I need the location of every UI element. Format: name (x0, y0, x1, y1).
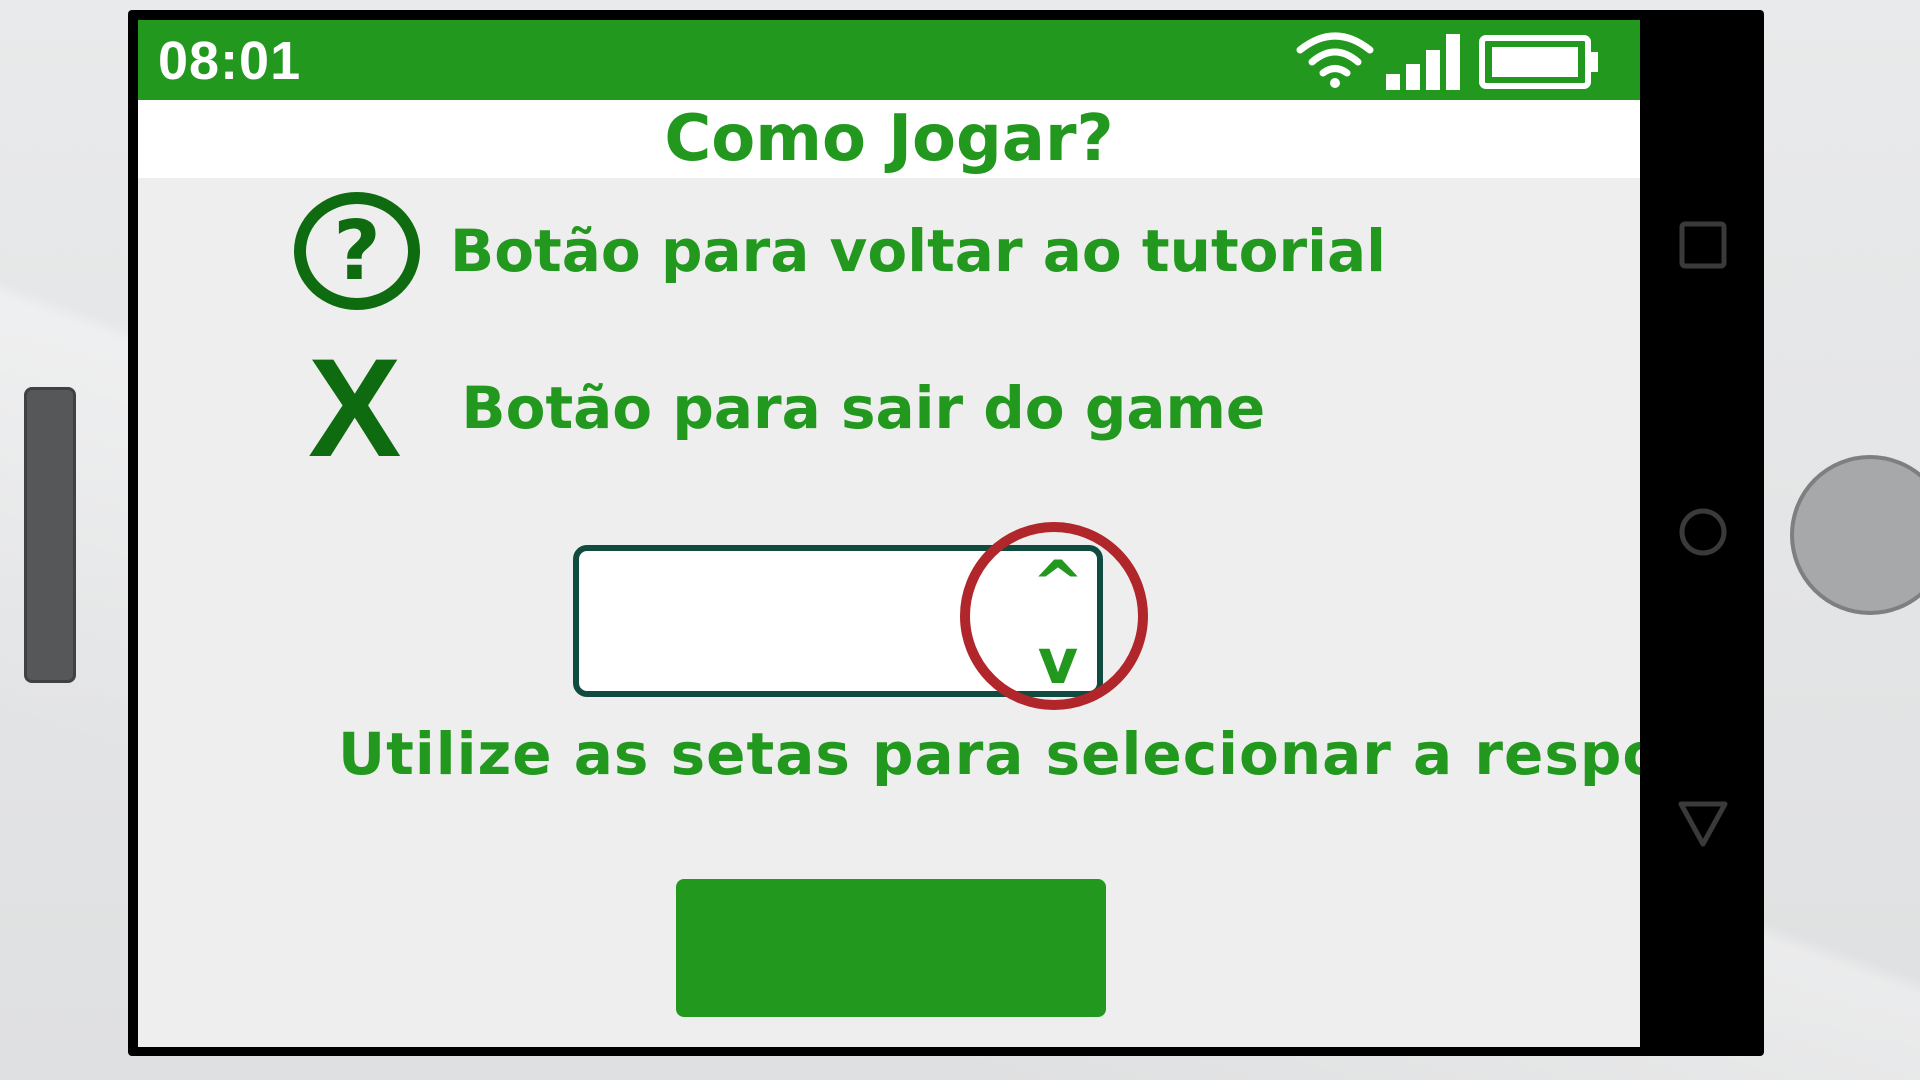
legend-item-exit: X Botão para sair do game (308, 338, 1265, 478)
status-icons (1290, 28, 1630, 92)
wifi-icon (1296, 32, 1374, 88)
close-x-icon: X (308, 329, 402, 486)
legend-label-exit: Botão para sair do game (461, 374, 1266, 442)
signal-icon (1386, 34, 1460, 90)
status-clock: 08:01 (158, 31, 302, 91)
physical-home-key[interactable] (1790, 455, 1920, 615)
help-circle-icon: ? (294, 192, 420, 310)
page-title: Como Jogar? (664, 102, 1114, 176)
home-icon[interactable] (1676, 505, 1730, 559)
title-bar: Como Jogar? (138, 100, 1640, 178)
phone-screen: 08:01 Como Jogar? ? Botão para voltar ao… (138, 20, 1640, 1047)
battery-icon (1479, 35, 1598, 89)
back-icon[interactable] (1676, 796, 1730, 850)
legend-label-help: Botão para voltar ao tutorial (450, 217, 1387, 285)
highlight-circle (960, 522, 1148, 710)
instruction-text: Utilize as setas para selecionar a respo… (338, 720, 1640, 788)
volume-side-key[interactable] (24, 387, 76, 683)
continue-button[interactable] (676, 879, 1106, 1017)
recent-apps-icon[interactable] (1676, 218, 1730, 272)
android-nav-bar (1640, 20, 1764, 1047)
status-bar: 08:01 (138, 20, 1640, 100)
legend-item-help: ? Botão para voltar ao tutorial (294, 192, 1386, 310)
